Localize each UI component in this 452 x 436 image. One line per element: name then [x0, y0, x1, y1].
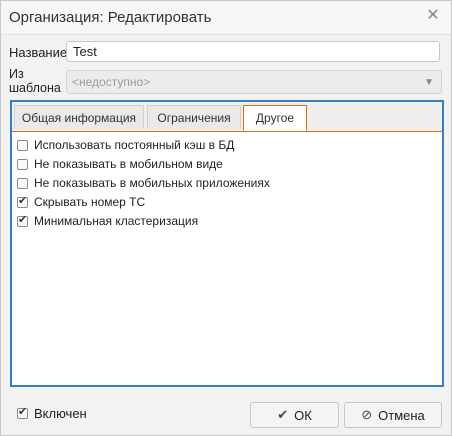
tab-restrictions[interactable]: Ограничения	[147, 105, 241, 129]
option-label: Не показывать в мобильных приложениях	[34, 176, 270, 190]
option-hide-vehicle-number[interactable]: Скрывать номер ТС	[17, 194, 145, 210]
cancel-button-label: Отмена	[378, 407, 425, 423]
check-icon: ✔	[277, 407, 289, 422]
checkbox-checked[interactable]	[17, 194, 28, 208]
tab-strip: Общая информация Ограничения Другое	[12, 102, 442, 132]
title-bar: Организация: Редактировать ✕	[1, 1, 451, 35]
close-icon[interactable]: ✕	[425, 7, 441, 25]
tab-general-info[interactable]: Общая информация	[14, 105, 144, 129]
name-label: Название	[9, 45, 68, 60]
option-hide-mobile-view[interactable]: Не показывать в мобильном виде	[17, 156, 223, 172]
option-label: Не показывать в мобильном виде	[34, 157, 223, 171]
option-hide-mobile-apps[interactable]: Не показывать в мобильных приложениях	[17, 175, 270, 191]
name-input[interactable]	[66, 41, 440, 62]
ok-button[interactable]: ✔ ОК	[250, 402, 339, 428]
cancel-button[interactable]: ⊘ Отмена	[344, 402, 442, 428]
edit-organization-dialog: Организация: Редактировать ✕ Название Из…	[0, 0, 452, 436]
enabled-label: Включен	[34, 406, 87, 421]
checkbox-checked[interactable]	[17, 213, 28, 227]
option-label: Минимальная кластеризация	[34, 214, 199, 228]
ok-button-label: ОК	[294, 407, 312, 423]
enabled-toggle[interactable]: Включен	[17, 405, 87, 421]
tab-panel: Общая информация Ограничения Другое Испо…	[10, 100, 444, 387]
tab-content-other: Использовать постоянный кэш в БД Не пока…	[12, 132, 442, 385]
dialog-title: Организация: Редактировать	[9, 9, 212, 26]
checkbox[interactable]	[17, 139, 28, 151]
option-label: Скрывать номер ТС	[34, 195, 146, 209]
enabled-checkbox[interactable]	[17, 405, 28, 419]
option-minimal-clustering[interactable]: Минимальная кластеризация	[17, 213, 198, 229]
template-select[interactable]: <недоступно> ▼	[66, 70, 442, 94]
checkbox[interactable]	[17, 177, 28, 189]
template-label: Из шаблона	[9, 67, 61, 95]
cancel-icon: ⊘	[361, 407, 373, 422]
template-select-value: <недоступно>	[72, 75, 151, 89]
chevron-down-icon: ▼	[424, 77, 434, 88]
tab-other[interactable]: Другое	[243, 105, 307, 131]
option-persistent-cache[interactable]: Использовать постоянный кэш в БД	[17, 137, 234, 153]
checkbox[interactable]	[17, 158, 28, 170]
option-label: Использовать постоянный кэш в БД	[34, 138, 235, 152]
